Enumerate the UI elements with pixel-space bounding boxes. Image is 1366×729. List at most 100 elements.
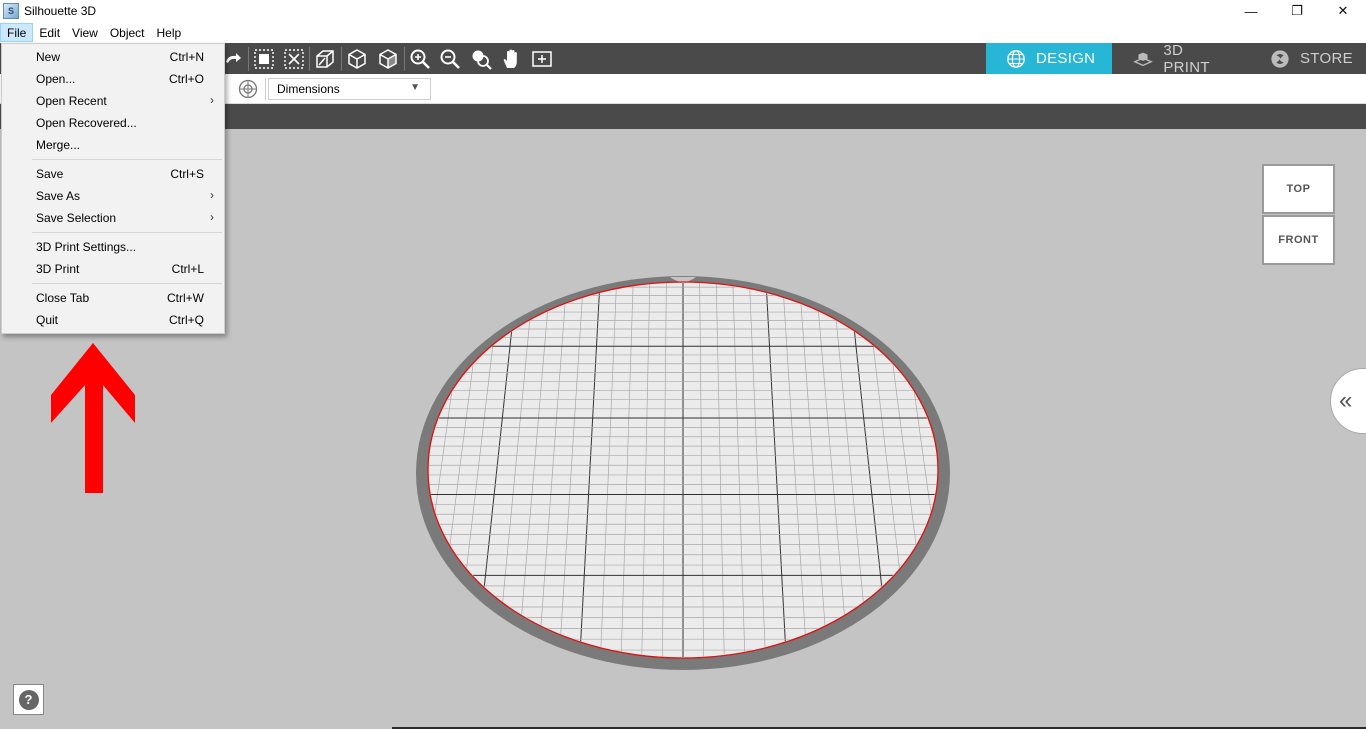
grid-line (1081, 279, 1179, 661)
menu-item-label: Open Recent (36, 94, 107, 108)
help-button[interactable]: ? (13, 684, 44, 715)
menu-item-merge[interactable]: Merge... (2, 134, 224, 156)
menu-item-label: 3D Print (36, 262, 80, 276)
viewcube-top[interactable]: TOP (1262, 164, 1335, 214)
zoom-in-icon[interactable] (407, 46, 433, 72)
menu-item-3d-print[interactable]: 3D Print Ctrl+L (2, 258, 224, 280)
ungroup-icon[interactable] (281, 46, 307, 72)
menu-item-open-recovered[interactable]: Open Recovered... (2, 112, 224, 134)
menu-item-shortcut: Ctrl+W (167, 291, 204, 305)
menu-item-close-tab[interactable]: Close Tab Ctrl+W (2, 287, 224, 309)
submenu-arrow-icon: › (210, 93, 214, 107)
window-title: Silhouette 3D (24, 4, 97, 18)
cube-outline-icon[interactable] (375, 46, 401, 72)
grid-line (1098, 279, 1200, 661)
grid-line (270, 279, 352, 661)
dimensions-select-value: Dimensions (277, 82, 340, 96)
grid-line (332, 279, 401, 661)
double-chevron-left-icon: « (1339, 387, 1353, 414)
grid-line (249, 279, 335, 661)
grid-line (998, 279, 1076, 661)
menu-item-label: 3D Print Settings... (36, 240, 137, 254)
grid-line (166, 279, 268, 661)
print-bed-icon (1132, 48, 1153, 70)
title-bar: S Silhouette 3D — ❐ ✕ (0, 0, 1366, 22)
chevron-down-icon: ▼ (410, 82, 420, 93)
menu-item-label: Save Selection (36, 211, 117, 225)
print-bed-grid (125, 279, 1283, 661)
globe-icon (1006, 48, 1026, 70)
submenu-arrow-icon: › (210, 188, 214, 202)
submenu-arrow-icon: › (210, 210, 214, 224)
menu-item-label: Save (36, 167, 64, 181)
grid-line (352, 279, 417, 661)
menu-object[interactable]: Object (104, 23, 151, 42)
grid-line (208, 279, 302, 661)
tab-store[interactable]: STORE (1250, 43, 1366, 74)
group-icon[interactable] (251, 46, 277, 72)
grid-line (965, 279, 1034, 661)
menu-help[interactable]: Help (151, 23, 188, 42)
restore-button[interactable]: ❐ (1274, 0, 1320, 22)
grid-line (1164, 279, 1283, 661)
toolbar-divider (404, 47, 405, 71)
menu-item-label: Open... (36, 72, 76, 86)
toolbar-divider (309, 47, 310, 71)
grid-line (948, 279, 1013, 661)
grid-line (187, 279, 285, 661)
menu-separator (32, 159, 222, 160)
tab-3d-print-label: 3D PRINT (1163, 41, 1210, 76)
menu-item-label: New (36, 50, 61, 64)
menu-item-label: Quit (36, 313, 59, 327)
menu-item-save-as[interactable]: Save As › (2, 185, 224, 207)
menu-file[interactable]: File (0, 23, 34, 42)
toolbar-divider (248, 47, 249, 71)
menu-item-shortcut: Ctrl+N (169, 50, 204, 64)
menu-item-label: Close Tab (36, 291, 90, 305)
close-button[interactable]: ✕ (1320, 0, 1366, 22)
grid-line (290, 279, 368, 661)
zoom-selection-icon[interactable] (468, 46, 494, 72)
minimize-button[interactable]: — (1228, 0, 1274, 22)
grid-line (228, 279, 318, 661)
cube-icon[interactable] (344, 46, 370, 72)
menu-item-open[interactable]: Open... Ctrl+O (2, 68, 224, 90)
zoom-out-icon[interactable] (437, 46, 463, 72)
crosshair-icon[interactable] (238, 79, 258, 99)
app-icon: S (3, 3, 19, 19)
menu-item-open-recent[interactable]: Open Recent › (2, 90, 224, 112)
grid-line (1048, 279, 1138, 661)
menu-item-shortcut: Ctrl+Q (168, 313, 204, 327)
tab-design-label: DESIGN (1036, 50, 1096, 67)
tab-design[interactable]: DESIGN (986, 43, 1112, 74)
menu-edit[interactable]: Edit (33, 23, 66, 42)
grid-line (1147, 279, 1261, 661)
grid-line (981, 279, 1055, 661)
grid-line (146, 279, 252, 661)
menu-item-new[interactable]: New Ctrl+N (2, 46, 224, 68)
menu-bar: File Edit View Object Help (0, 22, 1366, 43)
toolbar-divider (341, 47, 342, 71)
workspace-tabs: DESIGN 3D PRINT STORE (986, 41, 1366, 76)
viewcube-front[interactable]: FRONT (1262, 215, 1335, 265)
fit-view-icon[interactable] (529, 46, 555, 72)
pan-hand-icon[interactable] (498, 46, 524, 72)
menu-view[interactable]: View (66, 23, 104, 42)
menu-item-save-selection[interactable]: Save Selection › (2, 207, 224, 229)
menu-separator (32, 232, 222, 233)
subbar-divider (265, 78, 266, 100)
grid-line (125, 279, 235, 661)
menu-item-label: Open Recovered... (36, 116, 137, 130)
extrude-icon[interactable] (312, 46, 338, 72)
menu-item-label: Save As (36, 189, 81, 203)
menu-item-quit[interactable]: Quit Ctrl+Q (2, 309, 224, 331)
annotation-arrow-icon (51, 343, 135, 493)
file-menu-dropdown: New Ctrl+N Open... Ctrl+O Open Recent › Open R… (1, 43, 225, 334)
store-logo-icon (1270, 48, 1290, 70)
grid-line (311, 279, 385, 661)
dimensions-select[interactable]: Dimensions ▼ (268, 78, 431, 100)
menu-item-save[interactable]: Save Ctrl+S (2, 163, 224, 185)
tab-3d-print[interactable]: 3D PRINT (1112, 41, 1250, 76)
menu-item-label: Merge... (36, 138, 81, 152)
menu-item-3d-print-settings[interactable]: 3D Print Settings... (2, 236, 224, 258)
